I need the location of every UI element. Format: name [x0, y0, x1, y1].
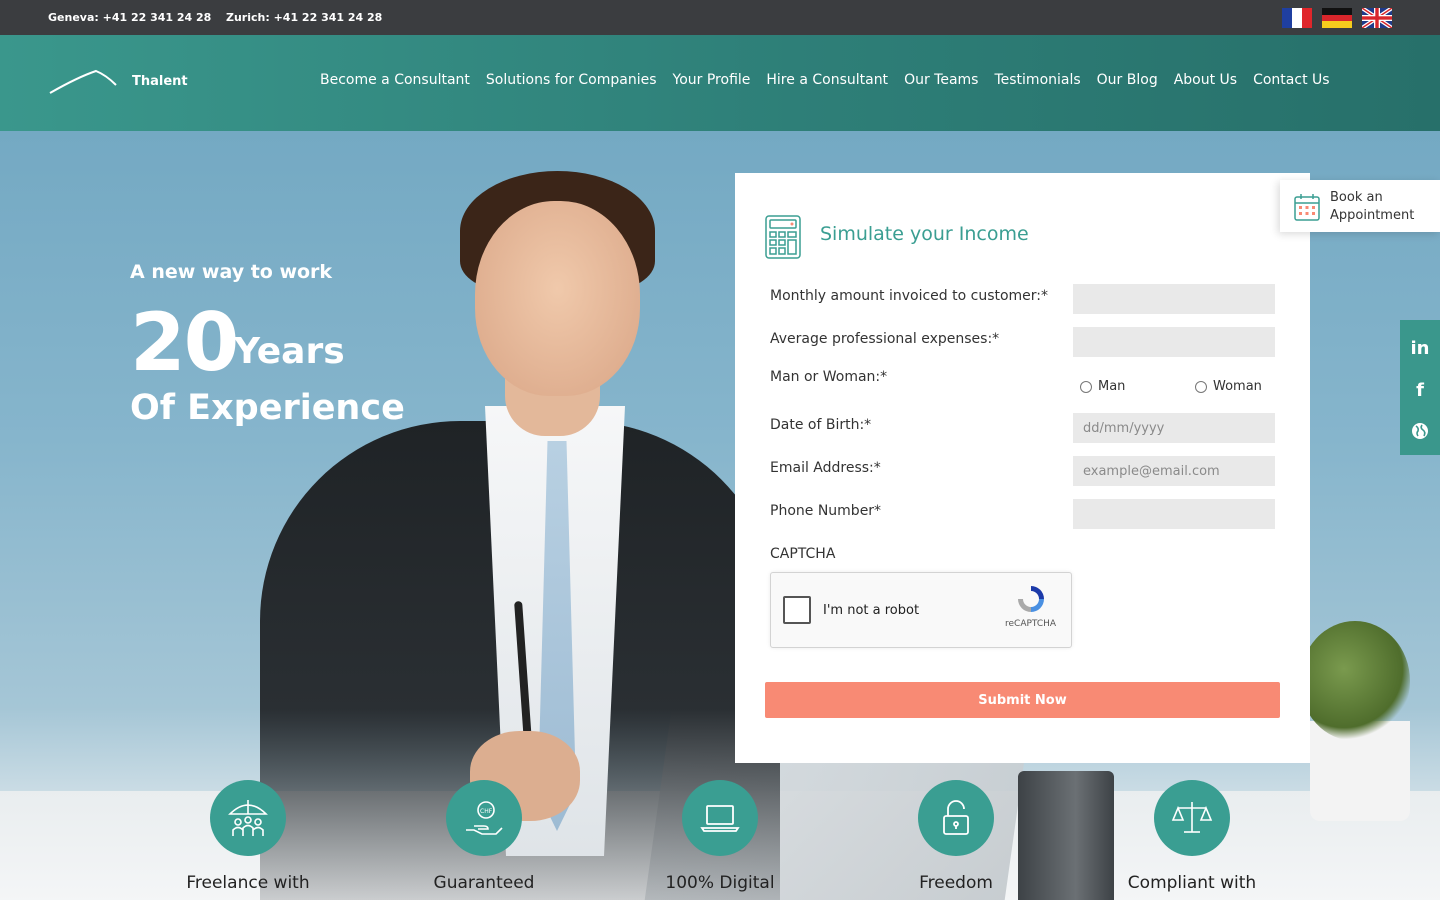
nav-your-profile[interactable]: Your Profile [673, 72, 751, 88]
nav-testimonials[interactable]: Testimonials [994, 72, 1080, 88]
radio-label-man: Man [1098, 379, 1126, 394]
hero-years-unit: Years [234, 331, 345, 372]
feature-freedom: Freedom [856, 780, 1056, 893]
gender-radio-woman[interactable]: Woman [1195, 379, 1262, 394]
captcha-label: CAPTCHA [770, 546, 836, 562]
nav-hire-consultant[interactable]: Hire a Consultant [766, 72, 888, 88]
radio-circle-icon[interactable] [1080, 380, 1092, 393]
nav-contact-us[interactable]: Contact Us [1253, 72, 1329, 88]
uk-flag-icon[interactable] [1362, 8, 1392, 28]
open-lock-icon [918, 780, 994, 856]
book-appointment-label: Book an Appointment [1330, 190, 1415, 223]
recaptcha-logo-icon [1015, 583, 1047, 619]
monthly-amount-input[interactable] [1073, 284, 1275, 314]
feature-compliant: Compliant with [1092, 780, 1292, 893]
recaptcha-brand: reCAPTCHA [1005, 619, 1057, 629]
feature-label: Freedom [919, 873, 993, 893]
hero-years-number: 20 [130, 296, 239, 389]
feature-digital: 100% Digital [620, 780, 820, 893]
expenses-label: Average professional expenses:* [770, 331, 1000, 347]
radio-circle-icon[interactable] [1195, 380, 1207, 393]
linkedin-icon[interactable]: in [1400, 328, 1440, 368]
book-appointment-button[interactable]: Book an Appointment [1280, 180, 1440, 232]
nav-about-us[interactable]: About Us [1174, 72, 1237, 88]
recaptcha-text: I'm not a robot [823, 603, 920, 618]
germany-flag-icon[interactable] [1322, 8, 1352, 28]
phone-label: Phone Number* [770, 503, 882, 519]
globe-icon[interactable] [1400, 411, 1440, 451]
monthly-amount-label: Monthly amount invoiced to customer:* [770, 288, 1049, 304]
phone-input[interactable] [1073, 499, 1275, 529]
france-flag-icon[interactable] [1282, 8, 1312, 28]
laptop-icon [682, 780, 758, 856]
hero-tagline: A new way to work [130, 261, 333, 283]
nav-become-consultant[interactable]: Become a Consultant [320, 72, 470, 88]
income-simulator-form: Simulate your Income Monthly amount invo… [735, 173, 1310, 763]
form-title: Simulate your Income [820, 223, 1029, 245]
dob-input[interactable] [1073, 413, 1275, 443]
calculator-icon [765, 215, 801, 263]
expenses-input[interactable] [1073, 327, 1275, 357]
logo-mark-icon[interactable] [48, 69, 118, 99]
dob-label: Date of Birth:* [770, 417, 872, 433]
recaptcha-widget: I'm not a robot reCAPTCHA [770, 572, 1072, 648]
chf-coin-hand-icon: CHF [446, 780, 522, 856]
gender-label: Man or Woman:* [770, 369, 888, 385]
feature-label: Compliant with [1127, 873, 1257, 893]
phone-geneva[interactable]: Geneva: +41 22 341 24 28 [48, 11, 211, 24]
feature-label: 100% Digital [665, 873, 775, 893]
radio-label-woman: Woman [1213, 379, 1262, 394]
feature-freelance: Freelance with [148, 780, 348, 893]
phone-zurich[interactable]: Zurich: +41 22 341 24 28 [226, 11, 382, 24]
email-input[interactable] [1073, 456, 1275, 486]
scales-icon [1154, 780, 1230, 856]
calendar-icon [1294, 193, 1320, 225]
gender-radio-man[interactable]: Man [1080, 379, 1125, 394]
brand-name[interactable]: Thalent [132, 74, 188, 89]
email-label: Email Address:* [770, 460, 881, 476]
feature-label: Guaranteed [433, 873, 535, 893]
hero-experience: Of Experience [130, 388, 405, 428]
umbrella-family-icon [210, 780, 286, 856]
recaptcha-checkbox[interactable] [783, 596, 811, 624]
nav-our-blog[interactable]: Our Blog [1097, 72, 1158, 88]
facebook-icon[interactable]: f [1400, 370, 1440, 410]
svg-text:CHF: CHF [480, 808, 493, 815]
submit-button[interactable]: Submit Now [765, 682, 1280, 718]
top-bar: Geneva: +41 22 341 24 28 Zurich: +41 22 … [0, 0, 1440, 35]
plant-image [1300, 621, 1410, 741]
feature-guaranteed: CHF Guaranteed [384, 780, 584, 893]
nav-our-teams[interactable]: Our Teams [904, 72, 978, 88]
social-sidebar: in f [1400, 320, 1440, 455]
nav-solutions-companies[interactable]: Solutions for Companies [486, 72, 657, 88]
feature-label: Freelance with [186, 873, 310, 893]
main-nav: Become a Consultant Solutions for Compan… [320, 72, 1330, 88]
main-header: Thalent Become a Consultant Solutions fo… [0, 35, 1440, 131]
